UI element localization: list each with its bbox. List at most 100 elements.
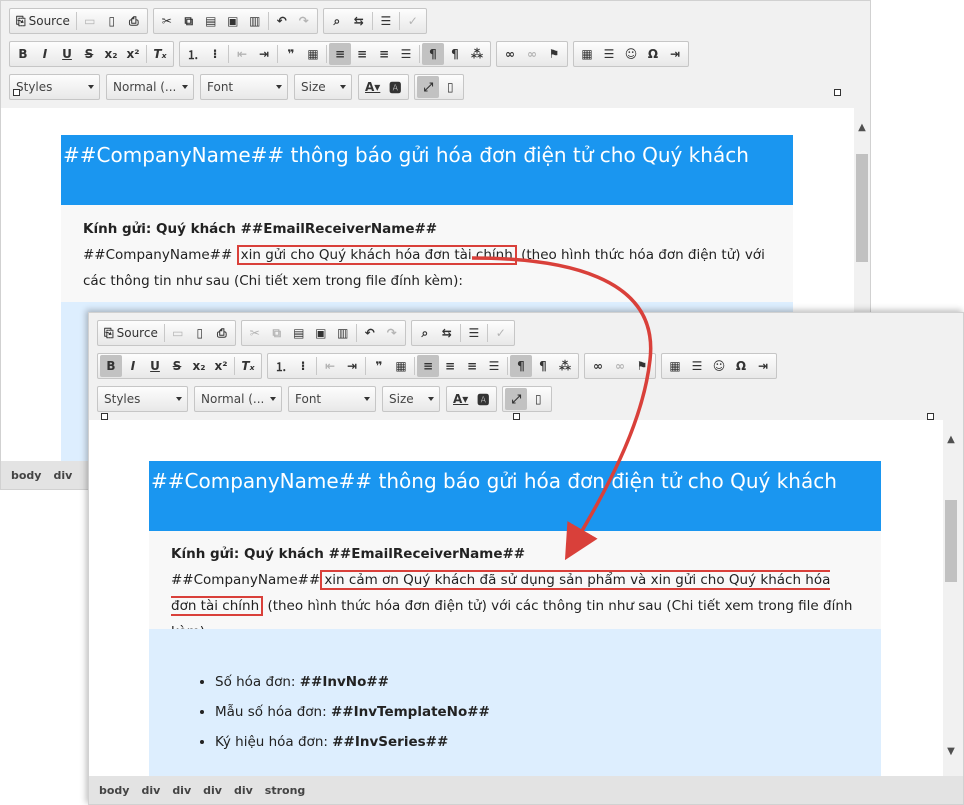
paste-button[interactable]: ▤ <box>200 10 222 32</box>
cut-button[interactable]: ✂ <box>244 322 266 344</box>
copy-button[interactable]: ⧉ <box>178 10 200 32</box>
remove-format-button[interactable]: Tₓ <box>149 43 171 65</box>
paste-text-button[interactable]: ▣ <box>222 10 244 32</box>
blockquote-button[interactable]: ❞ <box>280 43 302 65</box>
underline-button[interactable]: U <box>144 355 166 377</box>
resize-handle[interactable] <box>834 89 841 96</box>
superscript-button[interactable]: x² <box>210 355 232 377</box>
horizontal-rule-button[interactable]: ☰ <box>686 355 708 377</box>
create-div-button[interactable]: ▦ <box>390 355 412 377</box>
new-page-button[interactable]: ▯ <box>101 10 123 32</box>
paste-word-button[interactable]: ▥ <box>332 322 354 344</box>
path-item[interactable]: div <box>203 784 222 797</box>
smiley-button[interactable]: ☺ <box>708 355 730 377</box>
blockquote-button[interactable]: ❞ <box>368 355 390 377</box>
unlink-button[interactable]: ∞ <box>521 43 543 65</box>
path-item[interactable]: body <box>11 469 41 482</box>
bulleted-list-button[interactable]: ⁝ <box>292 355 314 377</box>
anchor-button[interactable]: ⚑ <box>631 355 653 377</box>
select-all-button[interactable]: ☰ <box>463 322 485 344</box>
replace-button[interactable]: ⇆ <box>348 10 370 32</box>
superscript-button[interactable]: x² <box>122 43 144 65</box>
paste-text-button[interactable]: ▣ <box>310 322 332 344</box>
text-color-button[interactable]: A▾ <box>361 76 384 98</box>
numbered-list-button[interactable]: ⒈ <box>270 355 292 377</box>
subscript-button[interactable]: x₂ <box>100 43 122 65</box>
page-break-button[interactable]: ⇥ <box>752 355 774 377</box>
resize-handle[interactable] <box>101 413 108 420</box>
bulleted-list-button[interactable]: ⁝ <box>204 43 226 65</box>
source-button[interactable]: ⎘ Source <box>100 322 162 344</box>
page-break-button[interactable]: ⇥ <box>664 43 686 65</box>
scrollbar-thumb[interactable] <box>945 500 957 582</box>
undo-button[interactable]: ↶ <box>271 10 293 32</box>
replace-button[interactable]: ⇆ <box>436 322 458 344</box>
maximize-button[interactable]: ⤢ <box>417 76 440 98</box>
rtl-button[interactable]: ¶ <box>532 355 554 377</box>
copy-button[interactable]: ⧉ <box>266 322 288 344</box>
styles-dropdown[interactable]: Styles <box>9 74 100 100</box>
paste-word-button[interactable]: ▥ <box>244 10 266 32</box>
scrollbar[interactable]: ▲ ▼ <box>943 420 959 778</box>
format-dropdown[interactable]: Normal (... <box>194 386 282 412</box>
italic-button[interactable]: I <box>34 43 56 65</box>
scroll-up-icon[interactable]: ▲ <box>854 120 870 136</box>
strike-button[interactable]: S <box>166 355 188 377</box>
new-page-button[interactable]: ▯ <box>189 322 211 344</box>
language-button[interactable]: ⁂ <box>466 43 488 65</box>
resize-handle[interactable] <box>13 89 20 96</box>
special-char-button[interactable]: Ω <box>642 43 664 65</box>
indent-button[interactable]: ⇥ <box>341 355 363 377</box>
align-left-button[interactable]: ≡ <box>417 355 439 377</box>
table-button[interactable]: ▦ <box>576 43 598 65</box>
spellcheck-button[interactable]: ✓ <box>402 10 424 32</box>
table-button[interactable]: ▦ <box>664 355 686 377</box>
underline-button[interactable]: U <box>56 43 78 65</box>
align-left-button[interactable]: ≡ <box>329 43 351 65</box>
horizontal-rule-button[interactable]: ☰ <box>598 43 620 65</box>
path-item[interactable]: body <box>99 784 129 797</box>
styles-dropdown[interactable]: Styles <box>97 386 188 412</box>
show-blocks-button[interactable]: ▯ <box>439 76 461 98</box>
editor-content-after[interactable]: ##CompanyName## thông báo gửi hóa đơn đi… <box>89 420 945 778</box>
strike-button[interactable]: S <box>78 43 100 65</box>
save-button[interactable]: ▭ <box>79 10 101 32</box>
anchor-button[interactable]: ⚑ <box>543 43 565 65</box>
ltr-button[interactable]: ¶ <box>510 355 532 377</box>
show-blocks-button[interactable]: ▯ <box>527 388 549 410</box>
redo-button[interactable]: ↷ <box>381 322 403 344</box>
remove-format-button[interactable]: Tₓ <box>237 355 259 377</box>
resize-handle[interactable] <box>513 413 520 420</box>
find-button[interactable]: ⌕ <box>414 322 436 344</box>
outdent-button[interactable]: ⇤ <box>319 355 341 377</box>
path-item[interactable]: div <box>172 784 191 797</box>
indent-button[interactable]: ⇥ <box>253 43 275 65</box>
italic-button[interactable]: I <box>122 355 144 377</box>
font-dropdown[interactable]: Font <box>288 386 376 412</box>
outdent-button[interactable]: ⇤ <box>231 43 253 65</box>
align-center-button[interactable]: ≡ <box>351 43 373 65</box>
justify-button[interactable]: ☰ <box>395 43 417 65</box>
create-div-button[interactable]: ▦ <box>302 43 324 65</box>
justify-button[interactable]: ☰ <box>483 355 505 377</box>
smiley-button[interactable]: ☺ <box>620 43 642 65</box>
bg-color-button[interactable]: 🅰 <box>472 388 494 410</box>
bg-color-button[interactable]: 🅰 <box>384 76 406 98</box>
select-all-button[interactable]: ☰ <box>375 10 397 32</box>
subscript-button[interactable]: x₂ <box>188 355 210 377</box>
format-dropdown[interactable]: Normal (... <box>106 74 194 100</box>
scrollbar-thumb[interactable] <box>856 154 868 262</box>
size-dropdown[interactable]: Size <box>382 386 440 412</box>
path-item[interactable]: div <box>234 784 253 797</box>
resize-handle[interactable] <box>927 413 934 420</box>
align-right-button[interactable]: ≡ <box>461 355 483 377</box>
special-char-button[interactable]: Ω <box>730 355 752 377</box>
ltr-button[interactable]: ¶ <box>422 43 444 65</box>
cut-button[interactable]: ✂ <box>156 10 178 32</box>
path-item[interactable]: strong <box>265 784 306 797</box>
scroll-down-icon[interactable]: ▼ <box>943 744 959 760</box>
bold-button[interactable]: B <box>100 355 122 377</box>
size-dropdown[interactable]: Size <box>294 74 352 100</box>
numbered-list-button[interactable]: ⒈ <box>182 43 204 65</box>
maximize-button[interactable]: ⤢ <box>505 388 528 410</box>
